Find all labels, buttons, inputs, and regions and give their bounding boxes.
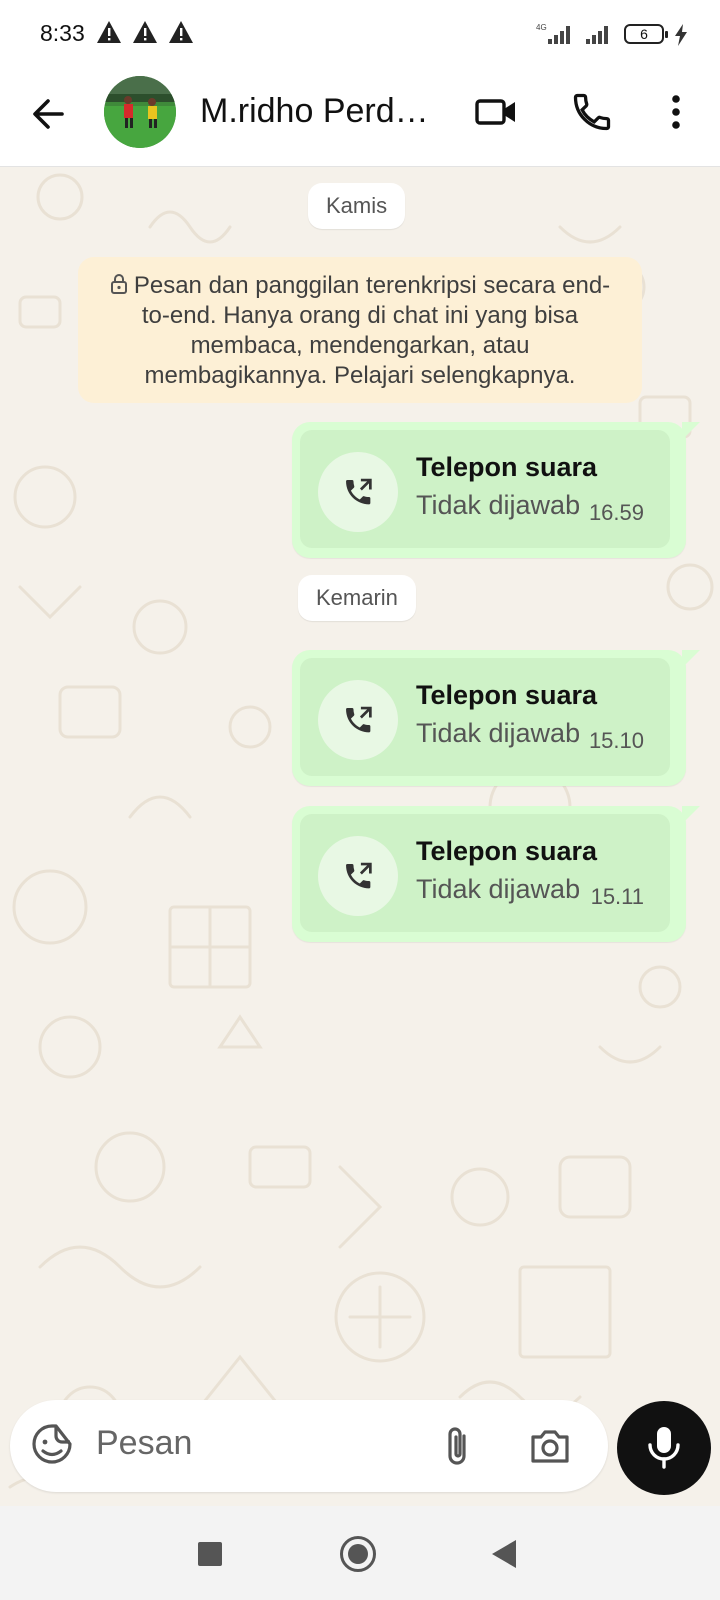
call-status: Tidak dijawab (416, 490, 581, 520)
encryption-notice-text: Pesan dan panggilan terenkripsi secara e… (133, 272, 611, 389)
call-icon-circle (318, 836, 398, 916)
mic-button[interactable] (617, 1401, 711, 1495)
outgoing-call-icon (346, 478, 372, 505)
call-status: Tidak dijawab (416, 874, 581, 904)
avatar-image (104, 76, 176, 148)
call-icon-circle (318, 452, 398, 532)
date-chip: Kamis (308, 183, 406, 229)
warning-icon (169, 21, 193, 43)
charging-icon (675, 24, 687, 46)
svg-text:4G: 4G (536, 23, 547, 32)
warning-icon (97, 21, 121, 43)
outgoing-call-icon (346, 706, 372, 733)
signal-4g-icon: 4G (536, 23, 570, 44)
video-call-icon[interactable] (474, 90, 518, 134)
warning-icon (133, 21, 157, 43)
outgoing-call-icon (346, 862, 372, 889)
call-status: Tidak dijawab (416, 718, 581, 748)
camera-icon[interactable] (528, 1424, 572, 1468)
call-title: Telepon suara (416, 836, 598, 866)
lock-icon (110, 274, 127, 294)
message-composer[interactable]: Pesan (10, 1400, 608, 1492)
more-vert-icon[interactable] (654, 90, 698, 134)
message-time: 16.59 (588, 500, 644, 525)
battery-icon: 6 (624, 24, 668, 44)
chat-area[interactable]: Kamis Pesan dan panggilan terenkripsi se… (0, 167, 720, 1506)
call-card[interactable]: Telepon suara Tidak dijawab 15.11 (300, 814, 670, 932)
status-time: 8:33 (40, 20, 85, 46)
avatar[interactable] (104, 76, 176, 148)
message-time: 15.10 (588, 728, 644, 753)
signal-icon (586, 26, 608, 44)
date-chip: Kemarin (298, 575, 416, 621)
back-arrow-icon[interactable] (28, 94, 68, 134)
call-card[interactable]: Telepon suara Tidak dijawab 15.10 (300, 658, 670, 776)
home-button[interactable] (340, 1536, 376, 1572)
recents-button[interactable] (198, 1542, 222, 1566)
message-time: 15.11 (590, 884, 644, 909)
system-nav-bar (0, 1506, 720, 1600)
sticker-icon[interactable] (30, 1422, 74, 1466)
encryption-notice[interactable]: Pesan dan panggilan terenkripsi secara e… (78, 257, 642, 403)
message-input[interactable]: Pesan (96, 1424, 192, 1463)
mic-icon (648, 1427, 680, 1469)
message-bubble[interactable]: Telepon suara Tidak dijawab 16.59 (292, 422, 700, 558)
call-icon-circle (318, 680, 398, 760)
call-title: Telepon suara (416, 452, 598, 482)
status-bar: 8:33 4G 6 (0, 0, 720, 70)
call-card[interactable]: Telepon suara Tidak dijawab 16.59 (300, 430, 670, 548)
back-button[interactable] (492, 1540, 516, 1568)
paperclip-icon[interactable] (438, 1424, 478, 1468)
message-bubble[interactable]: Telepon suara Tidak dijawab 15.11 (292, 806, 700, 942)
phone-icon[interactable] (570, 90, 614, 134)
contact-name[interactable]: M.ridho Perdana (200, 92, 440, 131)
message-bubble[interactable]: Telepon suara Tidak dijawab 15.10 (292, 650, 700, 786)
chat-header: M.ridho Perdana (0, 70, 720, 167)
call-title: Telepon suara (416, 680, 598, 710)
